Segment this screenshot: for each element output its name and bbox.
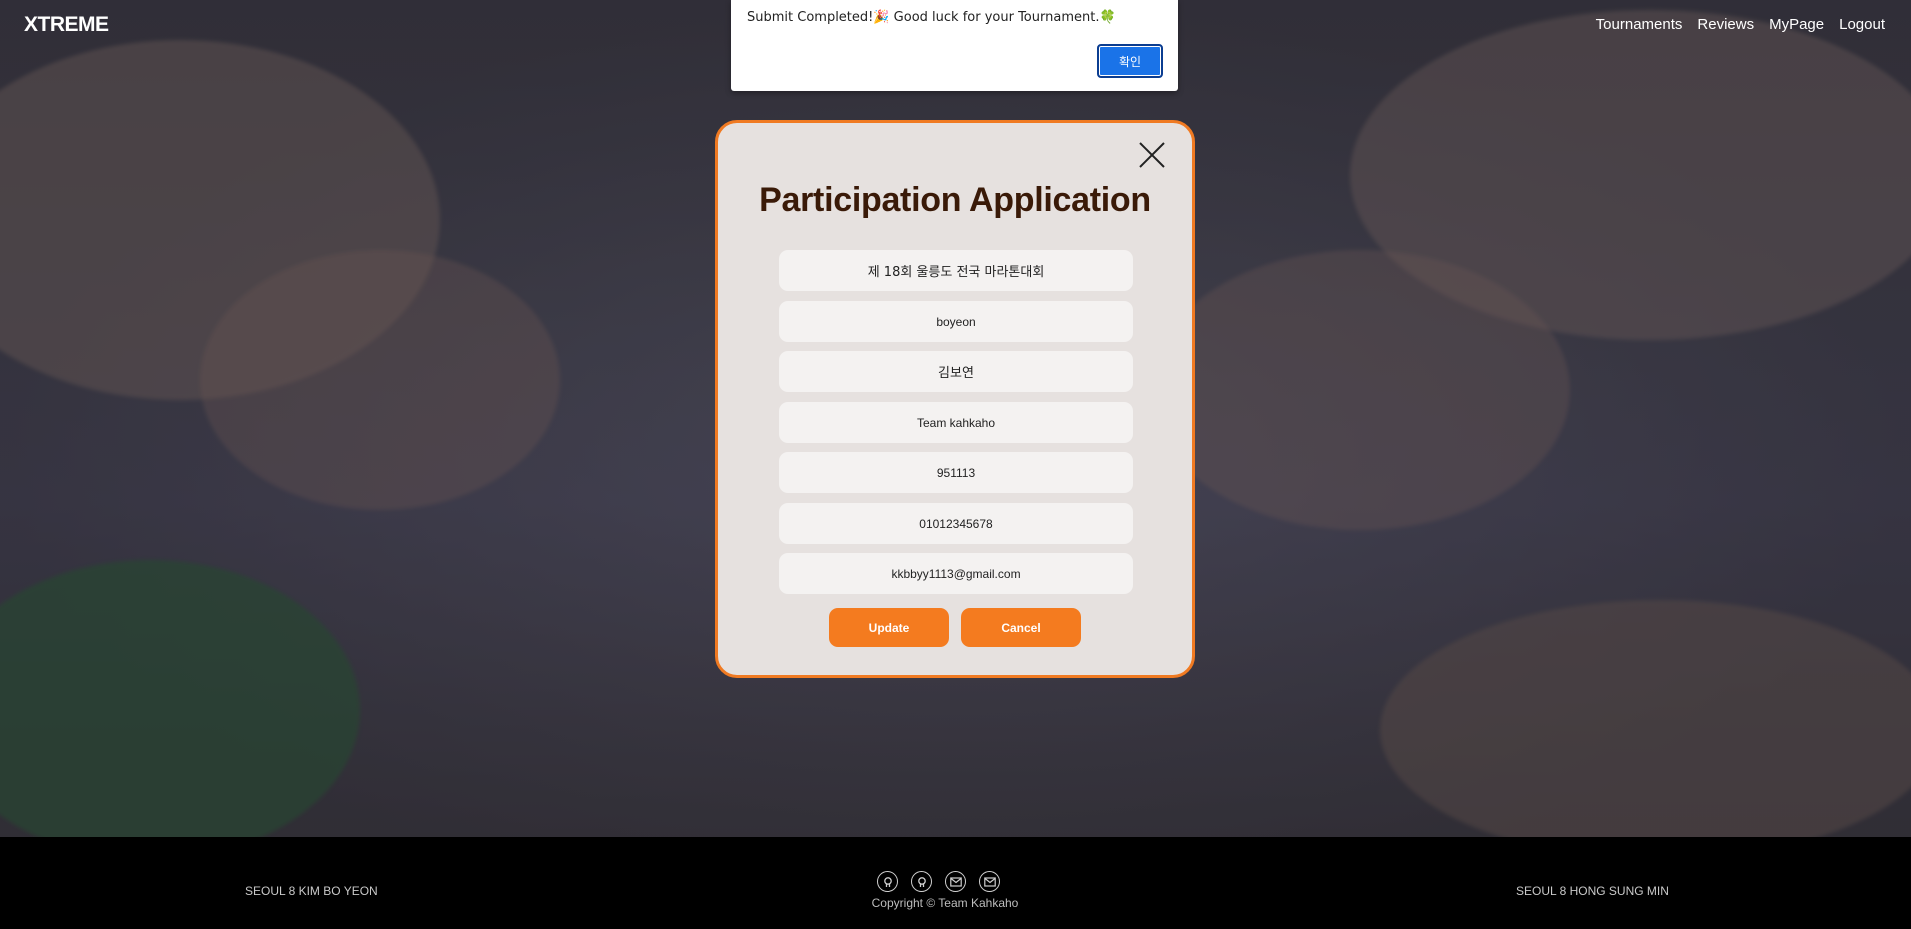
email-field[interactable] [779, 553, 1133, 594]
brand-logo[interactable]: XTREME [24, 13, 109, 37]
alert-dialog: Submit Completed!🎉 Good luck for your To… [731, 0, 1178, 91]
main-nav: Tournaments Reviews MyPage Logout [1596, 16, 1885, 33]
team-field[interactable] [779, 402, 1133, 443]
name-field[interactable] [779, 351, 1133, 392]
footer: SEOUL 8 KIM BO YEON Copyright © Team Kah… [0, 837, 1911, 929]
birth-field[interactable] [779, 452, 1133, 493]
footer-icons [877, 871, 1000, 892]
update-button[interactable]: Update [829, 608, 949, 647]
nav-logout[interactable]: Logout [1839, 16, 1885, 33]
alert-message: Submit Completed!🎉 Good luck for your To… [747, 10, 1116, 25]
nav-reviews[interactable]: Reviews [1697, 16, 1754, 33]
nav-tournaments[interactable]: Tournaments [1596, 16, 1683, 33]
copyright: Copyright © Team Kahkaho [871, 896, 1019, 910]
tournament-field[interactable] [779, 250, 1133, 291]
mail-icon[interactable] [979, 871, 1000, 892]
user-id-field[interactable] [779, 301, 1133, 342]
phone-field[interactable] [779, 503, 1133, 544]
close-icon[interactable] [1137, 140, 1167, 170]
github-icon[interactable] [911, 871, 932, 892]
cancel-button[interactable]: Cancel [961, 608, 1081, 647]
modal-title: Participation Application [759, 181, 1151, 219]
participation-modal: Participation Application Update Cancel [715, 120, 1195, 678]
mail-icon[interactable] [945, 871, 966, 892]
nav-mypage[interactable]: MyPage [1769, 16, 1824, 33]
footer-right-credit: SEOUL 8 HONG SUNG MIN [1516, 884, 1669, 898]
alert-ok-button[interactable]: 확인 [1097, 44, 1163, 78]
github-icon[interactable] [877, 871, 898, 892]
